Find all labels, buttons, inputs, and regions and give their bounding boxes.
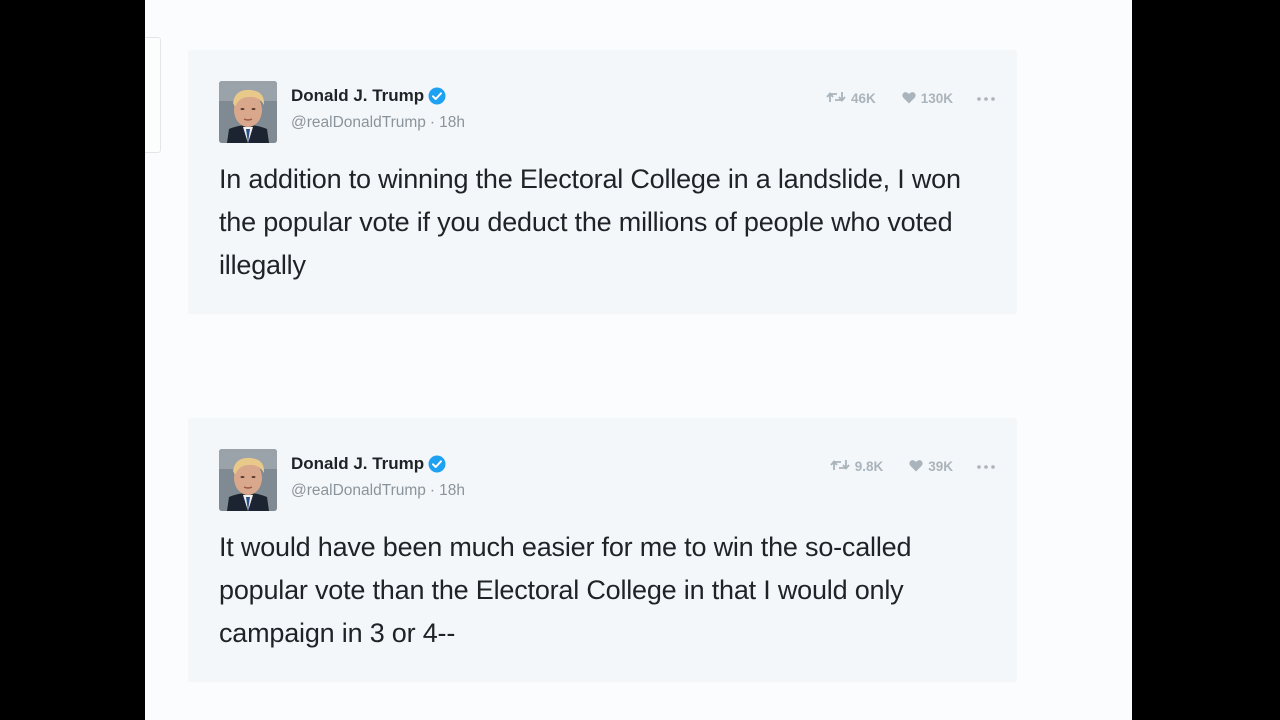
tweet-actions: 9.8K 39K — [804, 458, 995, 475]
retweet-icon — [830, 458, 855, 475]
handle-row: @realDonaldTrump · 18h — [291, 482, 465, 500]
retweet-button[interactable]: 46K — [826, 90, 876, 107]
heart-icon — [902, 91, 921, 107]
side-panel-edge — [145, 37, 161, 153]
retweet-button[interactable]: 9.8K — [830, 458, 884, 475]
retweet-icon — [826, 90, 851, 107]
author-name[interactable]: Donald J. Trump — [291, 454, 424, 474]
like-button[interactable]: 130K — [902, 91, 953, 107]
more-dots-icon[interactable] — [977, 464, 995, 469]
verified-badge-icon — [428, 87, 446, 105]
like-button[interactable]: 39K — [909, 459, 953, 475]
author-handle[interactable]: @realDonaldTrump — [291, 482, 426, 499]
separator: · — [429, 482, 436, 499]
screen: Donald J. Trump @realDonaldTrump · 18h 4… — [145, 0, 1132, 720]
like-count: 39K — [928, 459, 953, 474]
like-count: 130K — [920, 91, 953, 106]
retweet-count: 9.8K — [854, 459, 884, 474]
tweet-text: In addition to winning the Electoral Col… — [219, 164, 961, 280]
tweet-time[interactable]: 18h — [439, 482, 465, 499]
author-handle[interactable]: @realDonaldTrump — [291, 114, 426, 131]
heart-icon — [909, 459, 928, 475]
avatar[interactable] — [219, 449, 277, 511]
tweet-time[interactable]: 18h — [439, 114, 465, 131]
tweet-card[interactable]: Donald J. Trump @realDonaldTrump · 18h — [188, 418, 1017, 682]
author-name[interactable]: Donald J. Trump — [291, 86, 424, 106]
separator: · — [429, 114, 436, 131]
retweet-count: 46K — [850, 91, 876, 106]
tweet-text: It would have been much easier for me to… — [219, 532, 912, 648]
tweet-actions: 46K 130K — [800, 90, 995, 107]
avatar[interactable] — [219, 81, 277, 143]
handle-row: @realDonaldTrump · 18h — [291, 114, 465, 132]
more-dots-icon[interactable] — [977, 96, 995, 101]
tweet-card[interactable]: Donald J. Trump @realDonaldTrump · 18h — [188, 50, 1017, 314]
verified-badge-icon — [428, 455, 446, 473]
